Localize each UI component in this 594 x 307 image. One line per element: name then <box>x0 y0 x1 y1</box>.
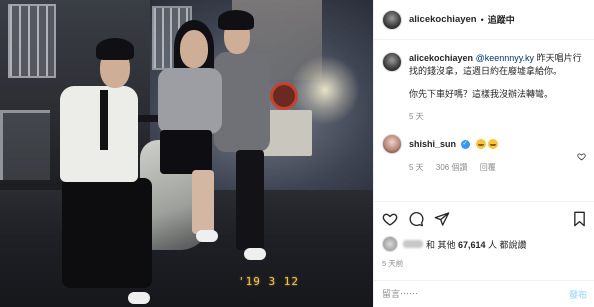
photo-window-grille <box>8 4 56 78</box>
share-icon[interactable] <box>434 211 450 227</box>
instagram-post: '19 3 12 alicekochiayen • 追蹤中 alicekochi… <box>0 0 594 307</box>
comment-age[interactable]: 5 天 <box>409 163 424 172</box>
liker-avatar[interactable] <box>382 236 398 252</box>
bookmark-icon[interactable] <box>572 211 587 227</box>
caption-age[interactable]: 5 天 <box>409 112 424 121</box>
likes-suffix: 人 都說讚 <box>485 239 527 250</box>
comment-like-heart-icon[interactable] <box>577 152 586 161</box>
photo-red-fan <box>270 82 298 110</box>
post-header: alicekochiayen • 追蹤中 <box>374 0 594 40</box>
laughing-tears-emoji-icon <box>488 139 499 150</box>
caption-avatar[interactable] <box>382 52 402 72</box>
comments-list: alicekochiayen @keennnyy.ky 昨天唱片行找的錢沒拿，這… <box>374 40 594 200</box>
post-actions: 和 其他 67,614 人 都說讚 5 天前 <box>374 201 594 269</box>
author-avatar[interactable] <box>382 9 402 30</box>
author-username[interactable]: alicekochiayen <box>409 14 477 25</box>
likes-count: 67,614 <box>458 239 486 250</box>
comment-likes[interactable]: 306 個讚 <box>436 163 468 172</box>
photo-chair <box>0 110 50 180</box>
header-separator: • <box>480 14 484 25</box>
following-button[interactable]: 追蹤中 <box>488 13 515 26</box>
action-icons-row <box>382 208 587 230</box>
post-sidebar: alicekochiayen • 追蹤中 alicekochiayen @kee… <box>373 0 594 307</box>
comment-item: shishi_sun ✓ <box>382 134 586 154</box>
liker-name-blurred[interactable] <box>403 240 423 248</box>
likes-summary: 和 其他 67,614 人 都說讚 <box>382 236 587 252</box>
post-photo[interactable]: '19 3 12 <box>0 0 373 307</box>
comment-reply-button[interactable]: 回覆 <box>480 163 496 172</box>
post-timestamp[interactable]: 5 天前 <box>382 258 587 269</box>
caption-body: alicekochiayen @keennnyy.ky 昨天唱片行找的錢沒拿，這… <box>409 52 586 101</box>
verified-badge-icon: ✓ <box>460 139 470 149</box>
commenter-avatar[interactable] <box>382 134 402 154</box>
caption: alicekochiayen @keennnyy.ky 昨天唱片行找的錢沒拿，這… <box>382 52 586 101</box>
laughing-tears-emoji-icon <box>476 139 487 150</box>
add-comment-bar: 發布 <box>374 280 594 307</box>
comment-input[interactable] <box>382 289 569 299</box>
photo-date-stamp: '19 3 12 <box>238 275 299 288</box>
commenter-username[interactable]: shishi_sun <box>409 139 456 149</box>
comment-meta: 5 天 306 個讚 回覆 <box>409 162 586 173</box>
caption-username[interactable]: alicekochiayen <box>409 53 473 63</box>
comment-icon[interactable] <box>408 211 424 227</box>
caption-text-line2: 你先下車好嗎？這樣我沒辦法轉彎。 <box>409 89 554 99</box>
comment-body: shishi_sun ✓ <box>409 138 586 151</box>
likes-prefix: 和 其他 <box>426 239 459 250</box>
caption-mention[interactable]: @keennnyy.ky <box>476 53 535 63</box>
post-comment-button[interactable]: 發布 <box>569 288 587 301</box>
likes-text[interactable]: 和 其他 67,614 人 都說讚 <box>426 238 527 251</box>
caption-meta: 5 天 <box>409 111 586 122</box>
heart-icon[interactable] <box>382 211 398 227</box>
